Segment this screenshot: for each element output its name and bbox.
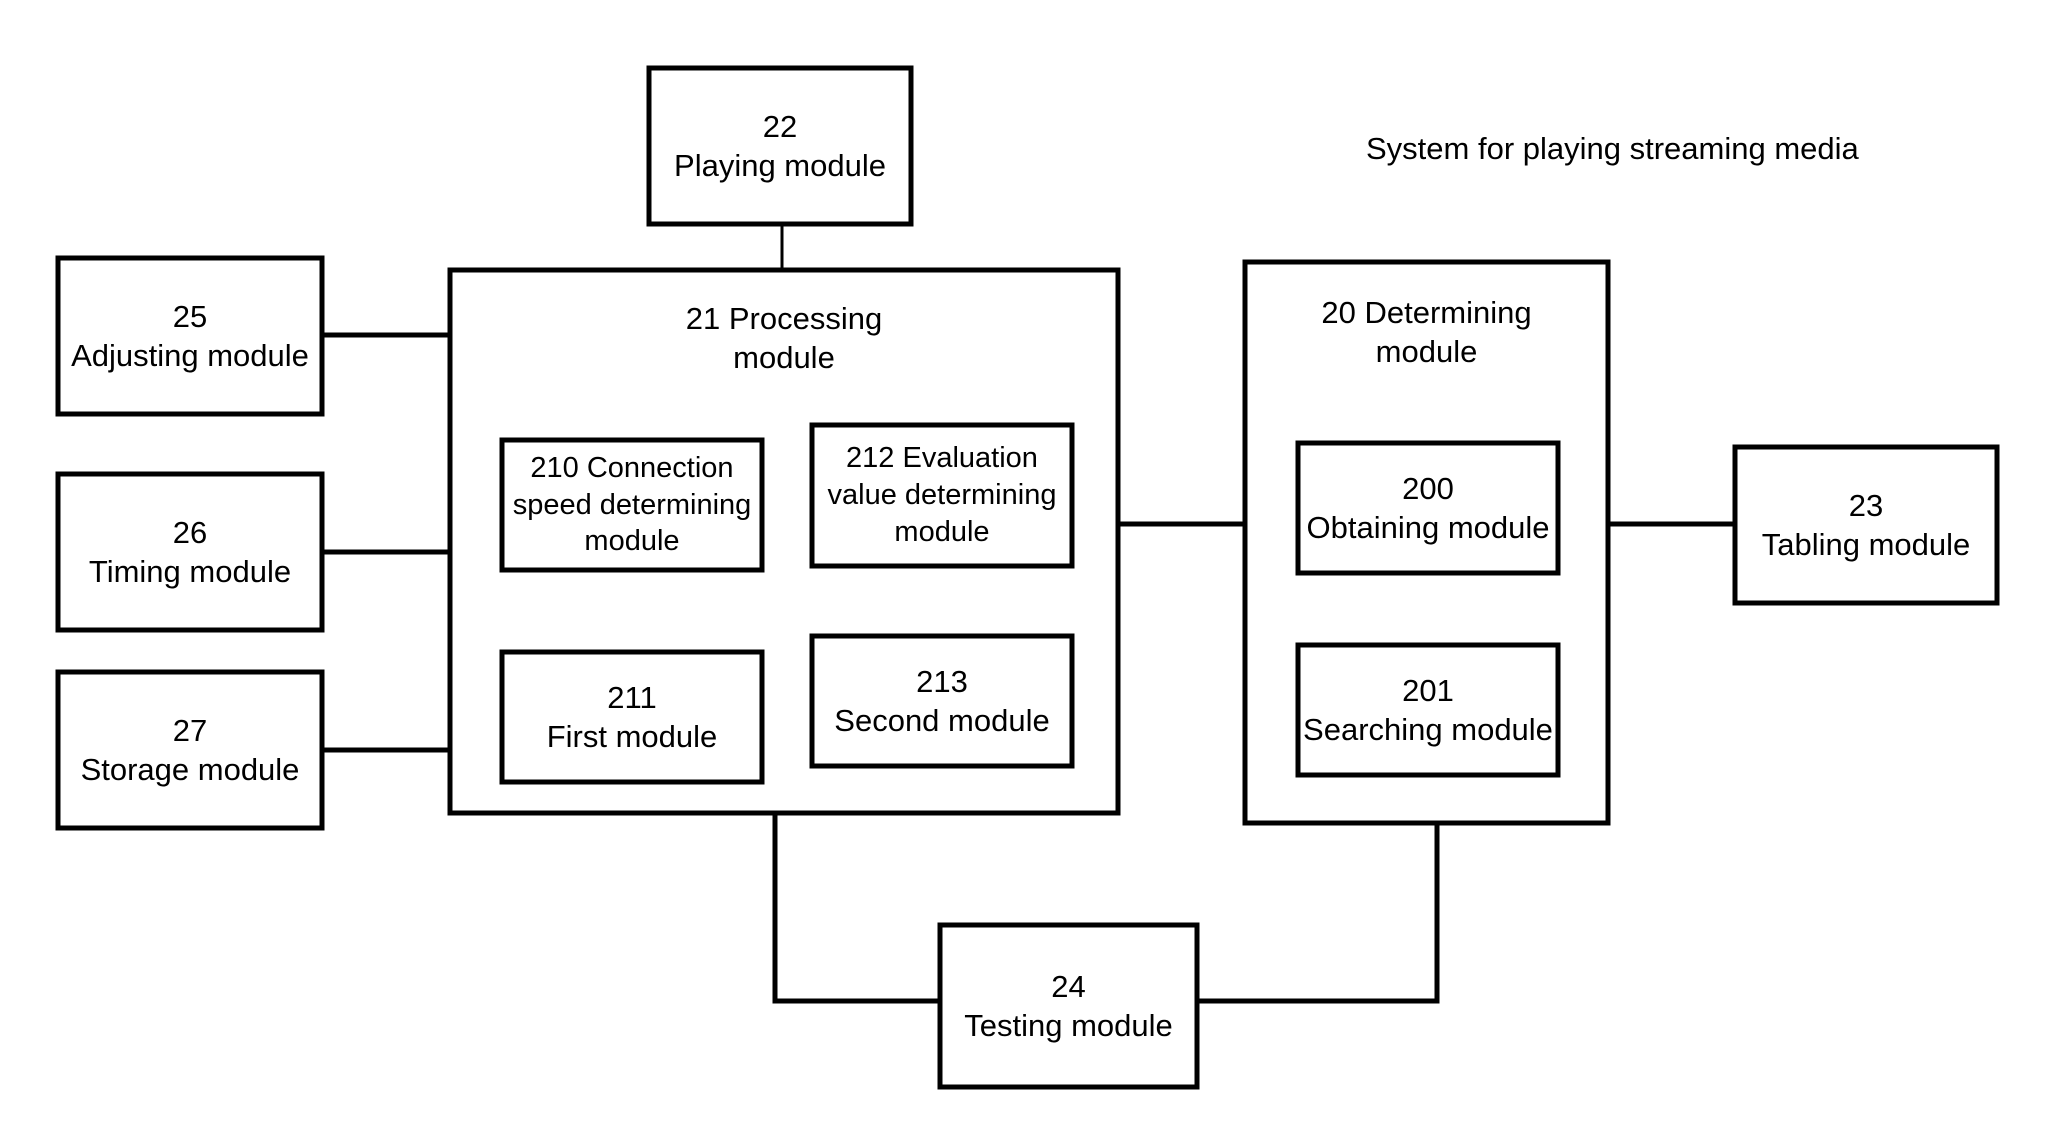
diagram-vector-layer [55, 65, 2000, 1090]
box-tabling-module[interactable] [1732, 444, 2000, 606]
box-first-module[interactable] [499, 649, 765, 785]
block-diagram-canvas: System for playing streaming media 22 Pl… [0, 0, 2045, 1146]
connector-testing-to-determining [1197, 823, 1440, 1004]
box-connection-speed-determining-module[interactable] [499, 437, 765, 573]
connector-processing-to-testing [772, 813, 940, 1004]
box-testing-module[interactable] [937, 922, 1200, 1090]
box-searching-module[interactable] [1295, 642, 1561, 778]
box-playing-module[interactable] [646, 65, 914, 227]
box-second-module[interactable] [809, 633, 1075, 769]
box-evaluation-value-determining-module[interactable] [809, 422, 1075, 569]
diagram-title: System for playing streaming media [1366, 131, 1859, 166]
box-timing-module[interactable] [55, 471, 325, 633]
box-obtaining-module[interactable] [1295, 440, 1561, 576]
box-storage-module[interactable] [55, 669, 325, 831]
box-adjusting-module[interactable] [55, 255, 325, 417]
